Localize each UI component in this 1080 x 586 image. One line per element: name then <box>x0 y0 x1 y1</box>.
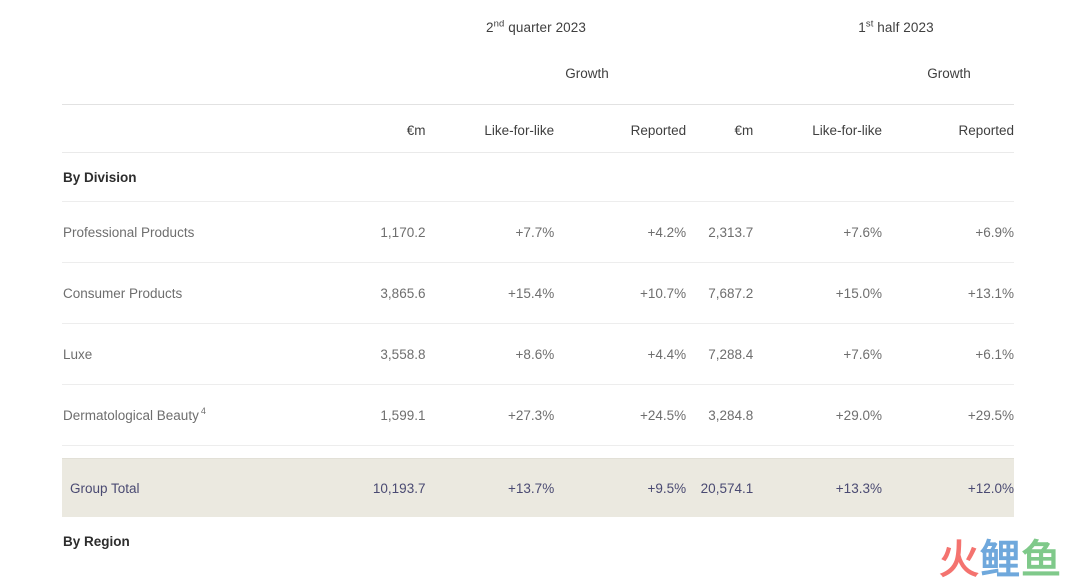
section-header-by-division: By Division <box>62 152 1014 202</box>
cell-q2-like-for-like: +15.4% <box>425 262 555 324</box>
section-title-cell: By Region <box>62 517 358 565</box>
total-cell-h1-reported: +12.0% <box>881 458 1014 517</box>
section-spacer-cell <box>881 152 1014 202</box>
section-spacer-cell <box>686 152 754 202</box>
cell-h1-like-for-like: +7.6% <box>753 201 882 263</box>
cell-h1-reported: +29.5% <box>881 384 1014 446</box>
cell-h1-reported: +6.9% <box>881 201 1014 263</box>
section-spacer-cell <box>425 152 555 202</box>
row-label-text: Luxe <box>63 346 93 362</box>
column-header-h1-em: €m <box>686 104 754 153</box>
spacer-cell <box>358 446 425 459</box>
section-title-by-division: By Division <box>63 169 137 185</box>
cell-q2-em: 3,865.6 <box>358 262 426 324</box>
cell-h1-like-for-like: +29.0% <box>753 384 882 446</box>
cell-h1-em: 7,288.4 <box>686 323 754 385</box>
section-title-cell: By Division <box>62 152 359 202</box>
footnote-marker: 4 <box>200 406 206 416</box>
cell-h1-em: 3,284.8 <box>686 384 754 446</box>
cell-q2-reported: +10.7% <box>554 262 687 324</box>
section-spacer-cell <box>554 517 686 565</box>
growth-label-q2: Growth <box>565 66 609 81</box>
period-header-row: 2nd quarter 2023 1st half 2023 <box>62 18 1014 46</box>
row-label-text: Professional Products <box>63 224 195 240</box>
period-q2-rest: quarter 2023 <box>504 20 586 35</box>
cell-q2-em: 1,599.1 <box>358 384 426 446</box>
results-table: €m Like-for-like Reported €m Like-for-li… <box>62 104 1014 565</box>
column-header-h1-reported: Reported <box>881 104 1014 153</box>
section-spacer-cell <box>425 517 554 565</box>
column-header-row: €m Like-for-like Reported €m Like-for-li… <box>62 104 1014 153</box>
row-label-luxe: Luxe <box>62 323 359 385</box>
cell-q2-reported: +4.4% <box>554 323 687 385</box>
watermark-logo: 火鲤鱼 <box>939 540 1062 580</box>
cell-h1-reported: +6.1% <box>881 323 1014 385</box>
spacer-cell <box>753 446 882 459</box>
total-cell-h1-like-for-like: +13.3% <box>753 458 882 517</box>
section-spacer-cell <box>753 517 882 565</box>
column-header-h1-like-for-like: Like-for-like <box>753 104 882 153</box>
period-q2-number: 2 <box>486 20 494 35</box>
column-header-q2-em: €m <box>358 104 426 153</box>
cell-h1-like-for-like: +7.6% <box>753 323 882 385</box>
cell-q2-like-for-like: +27.3% <box>425 384 555 446</box>
growth-label-row: Growth Growth <box>62 66 1014 88</box>
spacer-cell <box>554 446 686 459</box>
growth-label-h1: Growth <box>927 66 971 81</box>
section-spacer-cell <box>358 517 425 565</box>
section-spacer-cell <box>358 152 426 202</box>
table-row: Luxe 3,558.8 +8.6% +4.4% 7,288.4 +7.6% +… <box>62 323 1014 385</box>
cell-q2-reported: +4.2% <box>554 201 687 263</box>
period-header-h1: 1st half 2023 <box>785 19 1007 35</box>
cell-h1-reported: +13.1% <box>881 262 1014 324</box>
column-header-q2-reported: Reported <box>554 104 687 153</box>
total-cell-h1-em: 20,574.1 <box>686 458 754 517</box>
watermark-char-yu: 鱼 <box>1021 537 1062 583</box>
watermark-char-huo: 火 <box>939 537 980 583</box>
total-cell-q2-like-for-like: +13.7% <box>425 458 555 517</box>
table-row: Consumer Products 3,865.6 +15.4% +10.7% … <box>62 262 1014 324</box>
section-title-by-region: By Region <box>63 533 130 549</box>
section-spacer-cell <box>686 517 753 565</box>
cell-h1-like-for-like: +15.0% <box>753 262 882 324</box>
column-header-q2-like-for-like: Like-for-like <box>425 104 555 153</box>
spacer-cell <box>882 446 1014 459</box>
row-label-dermatological-beauty: Dermatological Beauty 4 <box>62 384 359 446</box>
section-header-by-region: By Region <box>62 517 1014 565</box>
cell-h1-em: 7,687.2 <box>686 262 754 324</box>
period-header-q2: 2nd quarter 2023 <box>425 18 647 35</box>
row-label-professional-products: Professional Products <box>62 201 359 263</box>
row-label-consumer-products: Consumer Products <box>62 262 359 324</box>
total-row-spacer <box>62 446 1014 459</box>
period-h1-number: 1 <box>858 20 866 35</box>
table-header: €m Like-for-like Reported €m Like-for-li… <box>62 104 1014 153</box>
period-q2-ordinal-suffix: nd <box>493 18 505 30</box>
row-label-text: Consumer Products <box>63 285 183 301</box>
cell-h1-em: 2,313.7 <box>686 201 754 263</box>
total-cell-q2-em: 10,193.7 <box>358 458 426 517</box>
cell-q2-like-for-like: +8.6% <box>425 323 555 385</box>
group-total-row: Group Total 10,193.7 +13.7% +9.5% 20,574… <box>62 458 1014 517</box>
spacer-cell <box>686 446 753 459</box>
row-label-text: Dermatological Beauty <box>63 407 199 423</box>
total-cell-q2-reported: +9.5% <box>554 458 687 517</box>
financial-results-sheet: 2nd quarter 2023 1st half 2023 Growth Gr… <box>0 0 1080 586</box>
spacer-cell <box>62 446 358 459</box>
period-h1-rest: half 2023 <box>873 20 934 35</box>
cell-q2-reported: +24.5% <box>554 384 687 446</box>
table-row: Professional Products 1,170.2 +7.7% +4.2… <box>62 201 1014 263</box>
column-header-label <box>62 104 359 153</box>
watermark-char-li: 鲤 <box>980 537 1021 583</box>
cell-q2-like-for-like: +7.7% <box>425 201 555 263</box>
table-body: By Division Professional Products 1,170.… <box>62 152 1014 566</box>
table-row: Dermatological Beauty 4 1,599.1 +27.3% +2… <box>62 384 1014 446</box>
spacer-cell <box>425 446 554 459</box>
row-label-group-total: Group Total <box>62 458 359 517</box>
cell-q2-em: 1,170.2 <box>358 201 426 263</box>
section-spacer-cell <box>554 152 687 202</box>
cell-q2-em: 3,558.8 <box>358 323 426 385</box>
section-spacer-cell <box>753 152 882 202</box>
